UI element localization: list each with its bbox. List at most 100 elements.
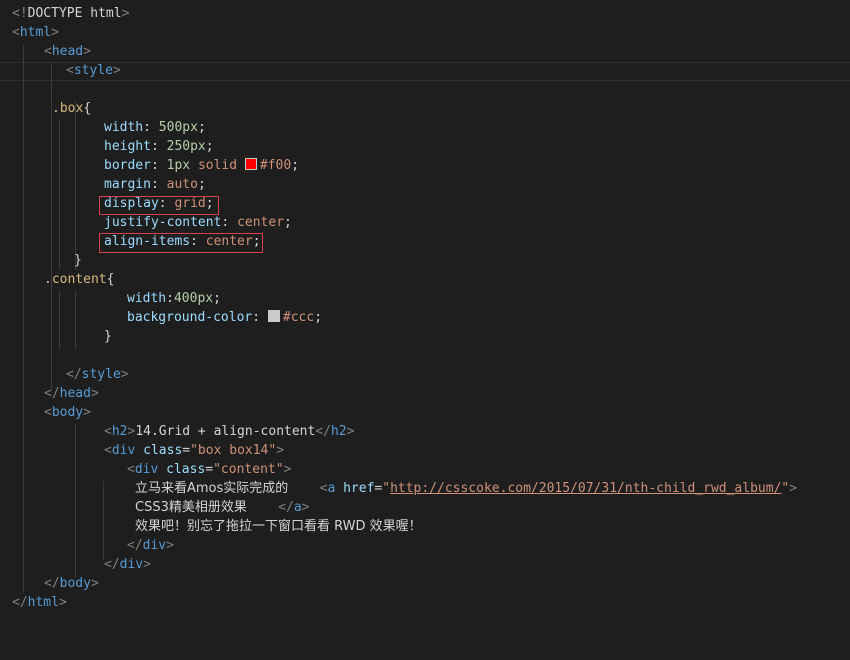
color-swatch-icon[interactable] (244, 158, 257, 170)
bracket: > (121, 6, 130, 21)
bracket: > (789, 481, 798, 496)
bracket: < (104, 443, 112, 458)
tag-name: head (59, 386, 91, 401)
tag-name: div (134, 462, 159, 477)
css-selector: .content (44, 272, 107, 287)
punctuation: { (83, 101, 92, 116)
code-line[interactable]: .box{ (52, 99, 91, 118)
bracket: < (127, 462, 135, 477)
punctuation (335, 481, 343, 496)
code-line[interactable]: <body> (44, 403, 91, 422)
tag-name: head (51, 44, 84, 59)
highlight-box-align-items (99, 233, 263, 253)
attribute-name: class (143, 443, 183, 458)
bracket: > (120, 367, 129, 382)
code-line[interactable]: <!DOCTYPE html> (12, 4, 129, 23)
code-line[interactable]: } (104, 327, 112, 346)
color-swatch-icon[interactable] (267, 310, 280, 322)
punctuation: ; (205, 139, 214, 154)
code-line[interactable]: <html> (12, 23, 59, 42)
punctuation: : (150, 139, 167, 154)
code-line[interactable]: .content{ (44, 270, 114, 289)
code-line[interactable]: <head> (44, 42, 91, 61)
indent-guide (59, 120, 60, 270)
bracket: < (104, 424, 112, 439)
code-line[interactable]: } (74, 251, 82, 270)
code-line[interactable]: </head> (44, 384, 99, 403)
punctuation: ; (291, 158, 300, 173)
bracket: > (283, 462, 292, 477)
code-line[interactable]: <style> (66, 61, 121, 80)
code-line[interactable]: </style> (66, 365, 129, 384)
bracket: > (51, 25, 59, 40)
punctuation: : (221, 215, 238, 230)
punctuation (190, 158, 198, 173)
bracket: > (301, 500, 310, 515)
code-line[interactable]: </div> (127, 536, 174, 555)
tag-name: style (81, 367, 121, 382)
css-value: auto (166, 177, 198, 192)
punctuation: : (150, 158, 167, 173)
punctuation (135, 443, 143, 458)
code-line[interactable]: </html> (12, 593, 67, 612)
css-property: margin (104, 177, 151, 192)
tag-name: div (119, 557, 144, 572)
bracket: </ (12, 595, 28, 610)
css-property: justify-content (104, 215, 222, 230)
code-line[interactable]: height: 250px; (104, 137, 214, 156)
punctuation: = (205, 462, 214, 477)
punctuation: : (252, 310, 268, 325)
tag-name: body (59, 576, 91, 591)
css-value: center (237, 215, 285, 230)
code-line[interactable]: </div> (104, 555, 151, 574)
code-line[interactable]: background-color: #ccc; (127, 308, 322, 327)
punctuation (158, 462, 166, 477)
code-line[interactable]: <div class="content"> (127, 460, 291, 479)
code-line[interactable]: justify-content: center; (104, 213, 292, 232)
bracket: </ (104, 557, 120, 572)
css-property: background-color (127, 310, 253, 325)
tag-name: div (111, 443, 136, 458)
css-value: #ccc (282, 310, 315, 325)
code-line[interactable]: width:400px; (127, 289, 221, 308)
css-property: height (104, 139, 151, 154)
text-content: CSS3精美相册效果 (135, 500, 247, 515)
css-value: solid (197, 158, 238, 173)
attribute-name: class (166, 462, 206, 477)
text-content: 立马来看Amos实际完成的 (135, 481, 289, 496)
tag-name: style (73, 63, 113, 78)
tag-name: a (293, 500, 302, 515)
bracket: </ (278, 500, 294, 515)
tag-name: body (51, 405, 84, 420)
bracket: > (166, 538, 174, 553)
punctuation: : (166, 291, 174, 306)
code-line[interactable]: border: 1px solid #f00; (104, 156, 299, 175)
code-editor[interactable]: <!DOCTYPE html> <html> <head> <style> .box{w… (0, 0, 850, 660)
punctuation: } (104, 329, 112, 344)
bracket: > (90, 386, 99, 401)
link-url[interactable]: http://csscoke.com/2015/07/31/nth-child_… (390, 481, 781, 496)
indent-guide (23, 44, 24, 593)
bracket: <! (12, 6, 28, 21)
code-line[interactable]: margin: auto; (104, 175, 206, 194)
code-line[interactable]: </body> (44, 574, 99, 593)
bracket: < (66, 63, 74, 78)
tag-name: div (142, 538, 167, 553)
code-line[interactable]: <div class="box box14"> (104, 441, 284, 460)
indent-guide (103, 481, 104, 560)
bracket: > (90, 576, 99, 591)
bracket: > (276, 443, 285, 458)
code-line[interactable]: 效果吧！别忘了拖拉一下窗口看看 RWD 效果喔！ (135, 517, 422, 536)
bracket: < (44, 405, 52, 420)
code-line[interactable]: <h2>14.Grid + align-content</h2> (104, 422, 354, 441)
current-line-highlight (0, 62, 850, 81)
punctuation: ; (284, 215, 292, 230)
bracket: > (346, 424, 355, 439)
tag-name: html (27, 595, 59, 610)
css-property: width (104, 120, 144, 135)
code-line[interactable]: width: 500px; (104, 118, 206, 137)
highlight-box-display-grid (99, 196, 219, 215)
css-property: border (104, 158, 151, 173)
code-line[interactable]: 立马来看Amos实际完成的 <a href="http://csscoke.co… (135, 479, 797, 498)
code-line[interactable]: CSS3精美相册效果 </a> (135, 498, 309, 517)
